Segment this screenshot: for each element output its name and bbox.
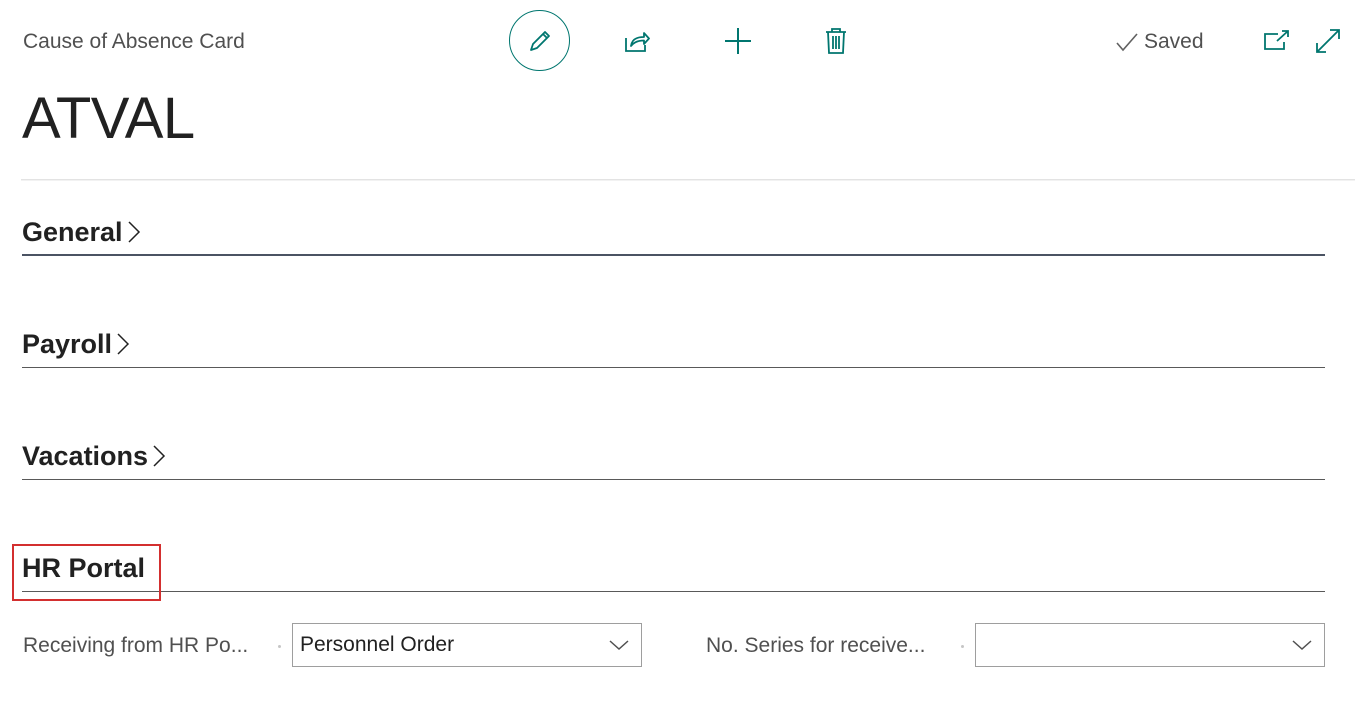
receiving-from-hr-portal-label: Receiving from HR Po...	[23, 634, 249, 657]
popout-icon	[1264, 30, 1289, 50]
select-value: Personnel Order	[300, 633, 455, 656]
section-general: General	[22, 212, 1325, 256]
new-button[interactable]	[718, 22, 758, 60]
expand-button[interactable]	[1310, 24, 1346, 58]
chevron-right-icon	[127, 220, 141, 244]
section-hr-portal: HR Portal	[22, 548, 1325, 592]
section-divider	[22, 367, 1325, 368]
field-separator-dot	[278, 645, 281, 648]
annotation-highlight-box	[12, 544, 161, 601]
delete-button[interactable]	[817, 22, 855, 60]
expand-icon	[1316, 29, 1340, 53]
edit-button[interactable]	[509, 10, 570, 71]
section-divider	[22, 254, 1325, 256]
open-in-new-window-button[interactable]	[1258, 24, 1294, 58]
page-caption: Cause of Absence Card	[23, 30, 245, 53]
field-separator-dot	[961, 645, 964, 648]
pencil-icon	[529, 30, 550, 51]
chevron-right-icon	[116, 332, 130, 356]
section-divider	[22, 591, 1325, 592]
checkmark-icon	[1116, 33, 1138, 52]
trash-icon	[826, 28, 846, 54]
chevron-down-icon	[597, 639, 641, 651]
section-header-hr-portal[interactable]: HR Portal	[22, 548, 1325, 588]
section-divider	[22, 479, 1325, 480]
section-header-general[interactable]: General	[22, 212, 1325, 252]
receiving-from-hr-portal-select[interactable]: Personnel Order	[292, 623, 642, 667]
section-vacations: Vacations	[22, 436, 1325, 480]
share-button[interactable]	[618, 22, 656, 60]
section-title: Payroll	[22, 329, 113, 359]
no-series-label: No. Series for receive...	[706, 634, 926, 657]
section-title: General	[22, 217, 123, 247]
saved-label: Saved	[1144, 30, 1204, 53]
share-icon	[625, 32, 650, 52]
chevron-down-icon	[1280, 639, 1324, 651]
chevron-right-icon	[152, 444, 166, 468]
plus-icon	[725, 28, 751, 54]
section-payroll: Payroll	[22, 324, 1325, 368]
saved-status: Saved	[1115, 27, 1204, 57]
record-title: ATVAL	[22, 86, 195, 151]
section-header-vacations[interactable]: Vacations	[22, 436, 1325, 476]
section-header-payroll[interactable]: Payroll	[22, 324, 1325, 364]
no-series-select[interactable]	[975, 623, 1325, 667]
section-title: Vacations	[22, 441, 149, 471]
title-divider	[21, 179, 1355, 180]
